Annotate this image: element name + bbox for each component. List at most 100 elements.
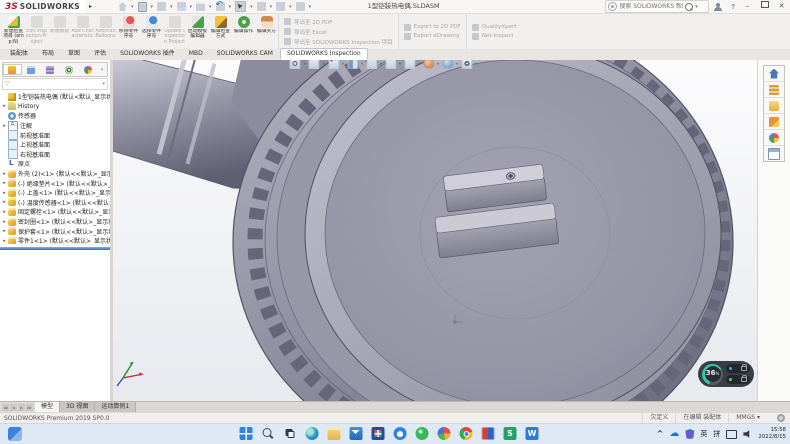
search-box[interactable]: ▾ <box>605 0 709 13</box>
previous-view-icon[interactable] <box>328 60 339 69</box>
ribbon-tab[interactable]: SOLIDWORKS CAM <box>210 48 280 60</box>
menu-expand-icon[interactable]: ▸ <box>89 3 92 10</box>
word-app-icon[interactable]: W <box>526 427 539 440</box>
help-button[interactable]: ? <box>731 3 735 11</box>
start-icon[interactable] <box>240 427 253 440</box>
ribbon-tab[interactable]: 装配体 <box>3 48 35 60</box>
widget-toggle-row[interactable] <box>726 364 750 373</box>
tree-item[interactable]: (-) 温度传感器<1> (默认<<默认>_显 <box>1 198 110 208</box>
expand-arrow-icon[interactable] <box>1 199 8 205</box>
cloud-app-icon[interactable] <box>394 427 407 440</box>
ribbon-tab[interactable]: 草图 <box>61 48 87 60</box>
zoom-fit-icon[interactable] <box>290 60 301 69</box>
expand-arrow-icon[interactable] <box>1 219 8 225</box>
user-account-icon[interactable] <box>714 3 722 11</box>
task-view-icon[interactable] <box>284 427 297 440</box>
security-shield-icon[interactable] <box>685 429 694 439</box>
speaker-icon[interactable] <box>743 430 752 439</box>
browser-wheel-icon[interactable] <box>438 427 451 440</box>
ribbon-tab[interactable]: SOLIDWORKS Inspection <box>280 48 368 60</box>
green-app-icon[interactable] <box>416 427 429 440</box>
print-icon[interactable] <box>196 2 205 11</box>
appearances-icon[interactable] <box>764 130 784 146</box>
section-view-icon[interactable] <box>347 60 358 69</box>
expand-arrow-icon[interactable] <box>1 190 8 196</box>
tray-overflow-icon[interactable]: ^ <box>657 426 664 442</box>
ribbon-button[interactable]: 选择零件序号 <box>140 14 163 49</box>
widget-toggle-row[interactable] <box>726 375 750 384</box>
display-style-icon[interactable] <box>385 60 396 69</box>
zoom-widget[interactable]: 36% <box>698 361 754 387</box>
document-tab[interactable]: 模型 <box>35 402 60 412</box>
tree-item[interactable]: (-) 上盖<1> (默认<<默认>_显示状态 <box>1 188 110 198</box>
tree-item[interactable]: 1型铠装热电偶 (默认<默认_显示状态-1>) <box>1 92 110 102</box>
status-tag-icon[interactable] <box>777 414 785 422</box>
graphics-viewport[interactable]: ▾▾▾▾▾▾▾▾▾▾ 36% <box>113 60 757 401</box>
dictionary-app-icon[interactable] <box>482 427 495 440</box>
hide-show-items-icon[interactable] <box>404 60 415 69</box>
tree-item[interactable]: 注解 <box>1 121 110 131</box>
tree-item[interactable]: 传感器 <box>1 111 110 121</box>
home-tp-icon[interactable] <box>764 66 784 82</box>
store-icon[interactable] <box>372 427 385 440</box>
tree-item[interactable]: 密封圈<1> (默认<<默认>_显示状态 <box>1 217 110 227</box>
expand-arrow-icon[interactable] <box>1 228 8 234</box>
tree-item[interactable]: 保护套<1> (默认<<默认>_显示状态 <box>1 226 110 236</box>
expand-arrow-icon[interactable] <box>1 180 8 186</box>
ribbon-tab[interactable]: 评估 <box>87 48 113 60</box>
propertymanager-tab-icon[interactable] <box>22 64 41 75</box>
units-selector[interactable]: MMGS ▾ <box>728 413 767 423</box>
tree-item[interactable]: 原点 <box>1 159 110 169</box>
ribbon-button[interactable]: 编辑买方 <box>255 14 278 49</box>
custom-properties-icon[interactable] <box>764 146 784 161</box>
tree-item[interactable]: 前视基准面 <box>1 130 110 140</box>
tree-item[interactable]: History <box>1 102 110 112</box>
save-icon[interactable] <box>177 2 186 11</box>
tab-scroll-next-icon[interactable]: ▸ <box>18 404 25 411</box>
select-icon[interactable] <box>235 1 246 12</box>
tab-scroll-prev-icon[interactable]: ◂ <box>10 404 17 411</box>
open-icon[interactable] <box>157 2 166 11</box>
ribbon-button[interactable]: 编辑操作 <box>232 14 255 49</box>
filter-caret-icon[interactable]: ▾ <box>102 81 105 87</box>
tab-scroll-last-icon[interactable]: ▸▸ <box>26 404 33 411</box>
tab-scroll-first-icon[interactable]: ◂◂ <box>2 404 9 411</box>
ime-language-indicator[interactable]: 英 <box>700 426 707 442</box>
display-cast-icon[interactable] <box>726 430 737 439</box>
design-library-icon[interactable] <box>764 82 784 98</box>
zoom-level-dial[interactable]: 36% <box>702 364 723 385</box>
home-icon[interactable] <box>118 2 127 11</box>
view-orientation-icon[interactable] <box>366 60 377 69</box>
displaymanager-tab-icon[interactable] <box>78 64 97 75</box>
file-properties-icon[interactable] <box>276 2 285 11</box>
3d-model[interactable] <box>113 60 757 401</box>
search-input[interactable] <box>619 3 683 10</box>
options-icon[interactable] <box>296 2 305 11</box>
minimize-button[interactable]: – <box>739 0 756 13</box>
tree-item[interactable]: (-) 绝缘垫片<1> (默认<<默认>_显示 <box>1 178 110 188</box>
expand-arrow-icon[interactable] <box>1 209 8 215</box>
chrome-icon[interactable] <box>460 427 473 440</box>
widgets-icon[interactable] <box>8 427 22 441</box>
expand-arrow-icon[interactable] <box>1 123 8 129</box>
file-explorer-icon[interactable] <box>328 427 341 440</box>
edge-icon[interactable] <box>306 427 319 440</box>
maximize-button[interactable] <box>756 0 773 13</box>
expand-arrow-icon[interactable] <box>1 103 8 109</box>
ribbon-tab[interactable]: SOLIDWORKS 插件 <box>113 48 182 60</box>
spreadsheet-app-icon[interactable]: S <box>504 427 517 440</box>
edit-appearance-icon[interactable] <box>423 60 434 69</box>
file-explorer-icon[interactable] <box>764 98 784 114</box>
search-icon[interactable] <box>262 427 275 440</box>
featuremanager-tab-icon[interactable] <box>3 64 22 75</box>
panel-tabs-overflow-icon[interactable]: » <box>97 67 107 73</box>
document-tab[interactable]: 运动算例1 <box>95 402 136 412</box>
tree-item[interactable]: 右视基准面 <box>1 150 110 160</box>
tree-item[interactable]: 上视基准面 <box>1 140 110 150</box>
zoom-area-icon[interactable] <box>309 60 320 69</box>
new-document-icon[interactable] <box>138 2 147 12</box>
tree-item[interactable]: 零件1<1> (默认<<默认>_显示状态< <box>1 236 110 244</box>
view-settings-icon[interactable] <box>461 60 472 69</box>
ribbon-button[interactable]: 新建检查项目 (amp;N) <box>2 14 25 49</box>
close-button[interactable]: ✕ <box>773 0 790 13</box>
